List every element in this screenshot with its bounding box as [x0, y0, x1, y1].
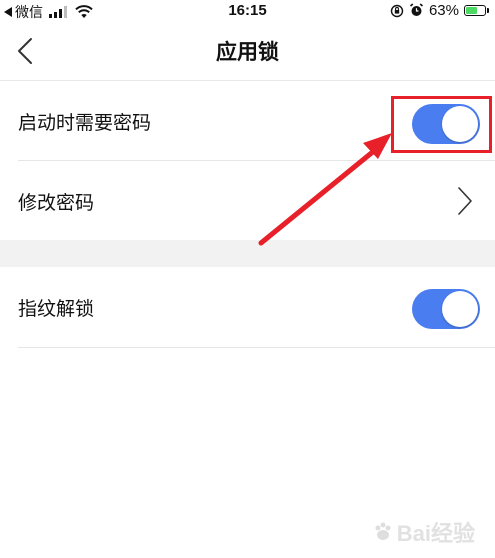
launch-password-label: 启动时需要密码 [18, 112, 152, 134]
baidu-jingyan-watermark: Bai经验 [372, 516, 475, 548]
status-bar: 微信 16:15 63% [0, 0, 495, 22]
navigation-bar: 应用锁 [0, 22, 495, 81]
page-title: 应用锁 [216, 40, 279, 64]
change-password-label: 修改密码 [18, 192, 95, 214]
orientation-lock-icon [390, 4, 404, 17]
row-divider [18, 347, 495, 348]
alarm-icon [409, 3, 423, 16]
baidu-paw-icon [375, 522, 391, 540]
settings-row-fingerprint: 指纹解锁 [18, 267, 495, 347]
status-bar-right: 63% [390, 2, 489, 19]
annotation-highlight-box [391, 96, 492, 153]
fingerprint-unlock-label: 指纹解锁 [18, 298, 95, 320]
fingerprint-unlock-toggle[interactable] [412, 289, 480, 329]
toggle-knob [442, 291, 478, 327]
chevron-right-icon [458, 187, 472, 215]
battery-icon [464, 5, 489, 16]
watermark-text: Bai经验 [396, 521, 475, 546]
settings-row-change-password[interactable]: 修改密码 [18, 161, 495, 241]
section-separator [0, 240, 495, 267]
battery-percentage: 63% [428, 2, 459, 19]
